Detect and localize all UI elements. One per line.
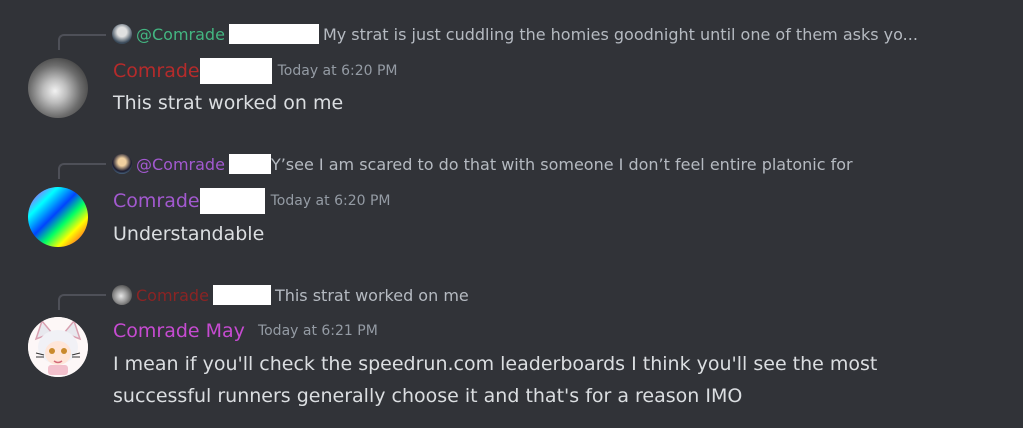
redaction: [212, 285, 271, 305]
reply-mention[interactable]: @Comrade: [136, 155, 225, 174]
reply-avatar[interactable]: [112, 154, 132, 174]
username[interactable]: Comrade May: [113, 320, 245, 342]
avatar[interactable]: [28, 317, 88, 377]
username[interactable]: Comrade: [113, 60, 200, 82]
reply-preview[interactable]: Comrade This strat worked on me: [112, 284, 469, 306]
reply-text[interactable]: This strat worked on me: [275, 286, 469, 305]
reply-preview[interactable]: @Comrade Y’see I am scared to do that wi…: [112, 153, 853, 175]
message-line: successful runners generally choose it a…: [113, 385, 743, 407]
reply-avatar[interactable]: [112, 285, 132, 305]
timestamp: Today at 6:21 PM: [257, 323, 378, 339]
message-header: Comrade May Today at 6:21 PM: [113, 316, 378, 346]
reply-connector: [58, 34, 106, 50]
reply-author[interactable]: Comrade: [136, 286, 209, 305]
cat-girl-icon: [28, 317, 88, 377]
redaction: [199, 188, 265, 214]
avatar[interactable]: [28, 187, 88, 247]
reply-connector: [58, 294, 106, 310]
timestamp: Today at 6:20 PM: [277, 63, 398, 79]
timestamp: Today at 6:20 PM: [270, 193, 391, 209]
reply-preview[interactable]: @Comrade My strat is just cuddling the h…: [112, 23, 918, 45]
message-line: I mean if you'll check the speedrun.com …: [113, 353, 878, 375]
reply-text[interactable]: Y’see I am scared to do that with someon…: [271, 155, 853, 174]
reply-avatar[interactable]: [112, 24, 132, 44]
redaction: [228, 154, 271, 174]
message-header: Comrade Today at 6:20 PM: [113, 56, 397, 86]
message-content: This strat worked on me: [113, 92, 344, 114]
redaction: [228, 24, 319, 44]
reply-text[interactable]: My strat is just cuddling the homies goo…: [323, 25, 918, 44]
redaction: [199, 58, 272, 84]
message-content: I mean if you'll check the speedrun.com …: [113, 348, 877, 412]
reply-mention[interactable]: @Comrade: [136, 25, 225, 44]
avatar[interactable]: [28, 58, 88, 118]
reply-connector: [58, 163, 106, 179]
message-content: Understandable: [113, 223, 265, 245]
username[interactable]: Comrade: [113, 190, 200, 212]
message-header: Comrade Today at 6:20 PM: [113, 186, 390, 216]
